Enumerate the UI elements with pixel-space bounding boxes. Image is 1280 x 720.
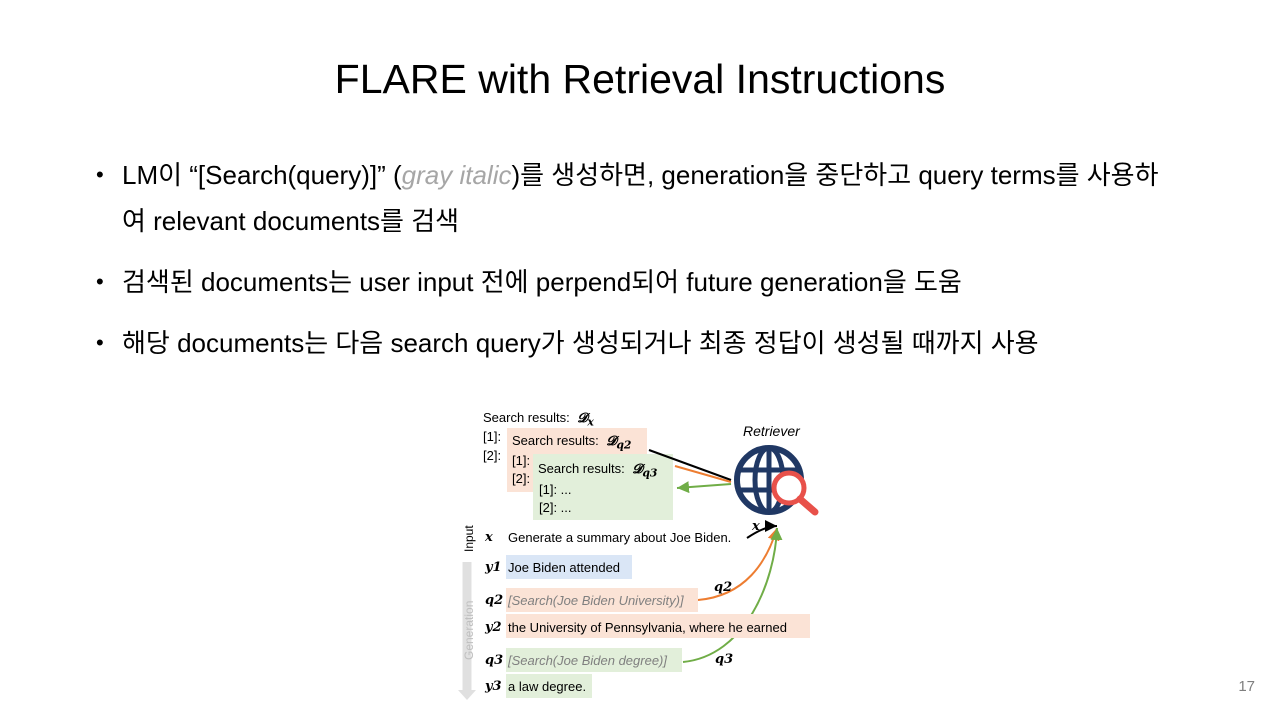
row-symbol: y2 xyxy=(485,620,502,635)
bullet-marker: • xyxy=(96,269,104,294)
row-symbol: x xyxy=(485,530,493,545)
generation-text: a law degree. xyxy=(508,679,587,694)
bullet-item: • 해당 documents는 다음 search query가 생성되거나 최… xyxy=(96,320,1176,366)
bullet-text: 해당 documents는 다음 search query가 생성되거나 최종 … xyxy=(122,328,1039,358)
bullet-italic-text: gray italic xyxy=(401,160,512,190)
input-label: Input xyxy=(462,525,476,552)
bullet-list: • LM이 “[Search(query)]” (gray italic)를 생… xyxy=(96,152,1176,366)
generation-text: Joe Biden attended xyxy=(508,560,621,575)
row-symbol: y3 xyxy=(485,679,502,694)
arrow-label-x: x xyxy=(752,519,760,534)
arrow-label-q3: q3 xyxy=(715,652,734,667)
bullet-marker: • xyxy=(96,162,104,187)
generation-label: Generation xyxy=(462,600,476,660)
row-symbol: y1 xyxy=(485,560,502,575)
page-number: 17 xyxy=(1238,678,1255,695)
row-symbol: q2 xyxy=(485,593,504,608)
bullet-item: • 검색된 documents는 user input 전에 perpend되어… xyxy=(96,259,1176,305)
flare-diagram: Search results: 𝓓x [1]: [2]: Search resu… xyxy=(455,402,830,702)
bullet-marker: • xyxy=(96,330,104,355)
slide-title: FLARE with Retrieval Instructions xyxy=(334,56,946,102)
bullet-text: 검색된 documents는 user input 전에 perpend되어 f… xyxy=(122,267,962,297)
search-query-text: [Search(Joe Biden degree)] xyxy=(508,653,667,668)
bullet-item: • LM이 “[Search(query)]” (gray italic)를 생… xyxy=(96,152,1176,244)
generation-text: the University of Pennsylvania, where he… xyxy=(508,620,787,635)
input-text: Generate a summary about Joe Biden. xyxy=(508,530,732,545)
arrow-label-q2: q2 xyxy=(714,580,733,595)
search-query-text: [Search(Joe Biden University)] xyxy=(508,593,684,608)
bullet-text: LM이 “[Search(query)]” ( xyxy=(122,160,402,190)
row-symbol: q3 xyxy=(485,653,504,668)
